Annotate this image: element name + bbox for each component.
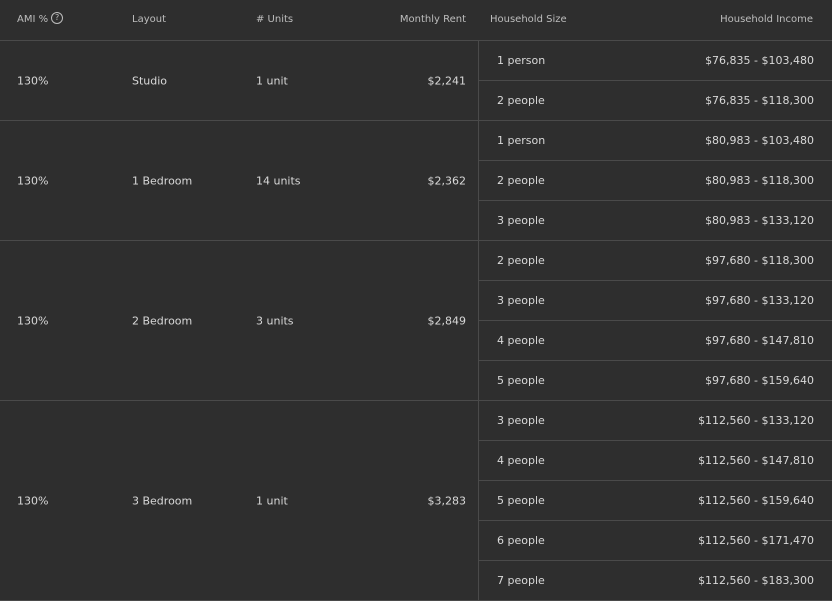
table-header: AMI %? Layout # Units Monthly Rent House… <box>0 0 832 41</box>
household-income-cell: $97,680 - $159,640 <box>705 374 814 387</box>
table-row: 4 people $97,680 - $147,810 <box>479 321 832 361</box>
household-size-cell: 5 people <box>497 494 545 507</box>
household-size-cell: 6 people <box>497 534 545 547</box>
table-row: 3 people $80,983 - $133,120 <box>479 201 832 240</box>
table-group: 130% Studio 1 unit $2,241 1 person $76,835 - … <box>0 41 832 121</box>
household-size-cell: 3 people <box>497 294 545 307</box>
household-rows: 1 person $80,983 - $103,480 2 people $80,98… <box>479 121 832 240</box>
household-rows: 1 person $76,835 - $103,480 2 people $76,83… <box>479 41 832 120</box>
table-row: 3 people $97,680 - $133,120 <box>479 281 832 321</box>
household-income-cell: $112,560 - $147,810 <box>698 454 814 467</box>
household-income-cell: $76,835 - $103,480 <box>705 54 814 67</box>
ami-cell: 130% <box>17 314 49 327</box>
header-household-income: Household Income <box>720 14 813 25</box>
layout-cell: Studio <box>132 74 168 87</box>
table-row: 1 person $76,835 - $103,480 <box>479 41 832 81</box>
table-row: 3 people $112,560 - $133,120 <box>479 401 832 441</box>
household-size-cell: 2 people <box>497 174 545 187</box>
table-body: 130% Studio 1 unit $2,241 1 person $76,835 - … <box>0 41 832 601</box>
table-row: 7 people $112,560 - $183,300 <box>479 561 832 600</box>
layout-cell: 3 Bedroom <box>132 494 193 507</box>
household-rows: 3 people $112,560 - $133,120 4 people $112,… <box>479 401 832 600</box>
ami-cell: 130% <box>17 174 49 187</box>
household-size-cell: 3 people <box>497 214 545 227</box>
rent-cell: $2,849 <box>427 314 467 327</box>
units-cell: 14 units <box>256 174 301 187</box>
household-income-cell: $97,680 - $147,810 <box>705 334 814 347</box>
household-income-cell: $80,983 - $133,120 <box>705 214 814 227</box>
table-row: 2 people $76,835 - $118,300 <box>479 81 832 120</box>
header-ami-label: AMI % <box>17 14 49 25</box>
rent-cell: $2,362 <box>427 174 467 187</box>
layout-cell: 1 Bedroom <box>132 174 193 187</box>
household-income-cell: $80,983 - $118,300 <box>705 174 814 187</box>
household-size-cell: 7 people <box>497 574 545 587</box>
header-units: # Units <box>256 14 294 25</box>
household-size-cell: 4 people <box>497 334 545 347</box>
table-row: 6 people $112,560 - $171,470 <box>479 521 832 561</box>
ami-cell: 130% <box>17 494 49 507</box>
header-household-size: Household Size <box>490 14 567 25</box>
household-income-cell: $112,560 - $133,120 <box>698 414 814 427</box>
units-cell: 3 units <box>256 314 294 327</box>
unit-summary: 130% Studio 1 unit $2,241 <box>0 41 479 120</box>
table-group: 130% 2 Bedroom 3 units $2,849 2 people $97,68… <box>0 241 832 401</box>
household-income-cell: $80,983 - $103,480 <box>705 134 814 147</box>
header-layout: Layout <box>132 14 166 25</box>
household-size-cell: 4 people <box>497 454 545 467</box>
unit-summary: 130% 1 Bedroom 14 units $2,362 <box>0 121 479 240</box>
household-income-cell: $112,560 - $159,640 <box>698 494 814 507</box>
layout-cell: 2 Bedroom <box>132 314 193 327</box>
header-ami: AMI %? <box>17 0 64 40</box>
table-row: 4 people $112,560 - $147,810 <box>479 441 832 481</box>
ami-table: AMI %? Layout # Units Monthly Rent House… <box>0 0 832 601</box>
header-monthly-rent: Monthly Rent <box>399 14 466 25</box>
unit-summary: 130% 2 Bedroom 3 units $2,849 <box>0 241 479 400</box>
household-income-cell: $112,560 - $183,300 <box>698 574 814 587</box>
table-group: 130% 3 Bedroom 1 unit $3,283 3 people $112,56… <box>0 401 832 601</box>
rent-cell: $3,283 <box>427 494 467 507</box>
household-income-cell: $76,835 - $118,300 <box>705 94 814 107</box>
table-row: 2 people $80,983 - $118,300 <box>479 161 832 201</box>
unit-summary: 130% 3 Bedroom 1 unit $3,283 <box>0 401 479 600</box>
household-size-cell: 1 person <box>497 54 546 67</box>
table-row: 5 people $97,680 - $159,640 <box>479 361 832 400</box>
household-size-cell: 2 people <box>497 254 545 267</box>
table-group: 130% 1 Bedroom 14 units $2,362 1 person $80,9… <box>0 121 832 241</box>
table-row: 5 people $112,560 - $159,640 <box>479 481 832 521</box>
table-row: 2 people $97,680 - $118,300 <box>479 241 832 281</box>
ami-cell: 130% <box>17 74 49 87</box>
help-icon[interactable]: ? <box>51 12 64 24</box>
household-size-cell: 1 person <box>497 134 546 147</box>
household-income-cell: $97,680 - $133,120 <box>705 294 814 307</box>
household-size-cell: 5 people <box>497 374 545 387</box>
household-rows: 2 people $97,680 - $118,300 3 people $97,68… <box>479 241 832 400</box>
units-cell: 1 unit <box>256 494 288 507</box>
table-row: 1 person $80,983 - $103,480 <box>479 121 832 161</box>
household-income-cell: $97,680 - $118,300 <box>705 254 814 267</box>
units-cell: 1 unit <box>256 74 288 87</box>
household-size-cell: 2 people <box>497 94 545 107</box>
household-size-cell: 3 people <box>497 414 545 427</box>
household-income-cell: $112,560 - $171,470 <box>698 534 814 547</box>
rent-cell: $2,241 <box>427 74 467 87</box>
